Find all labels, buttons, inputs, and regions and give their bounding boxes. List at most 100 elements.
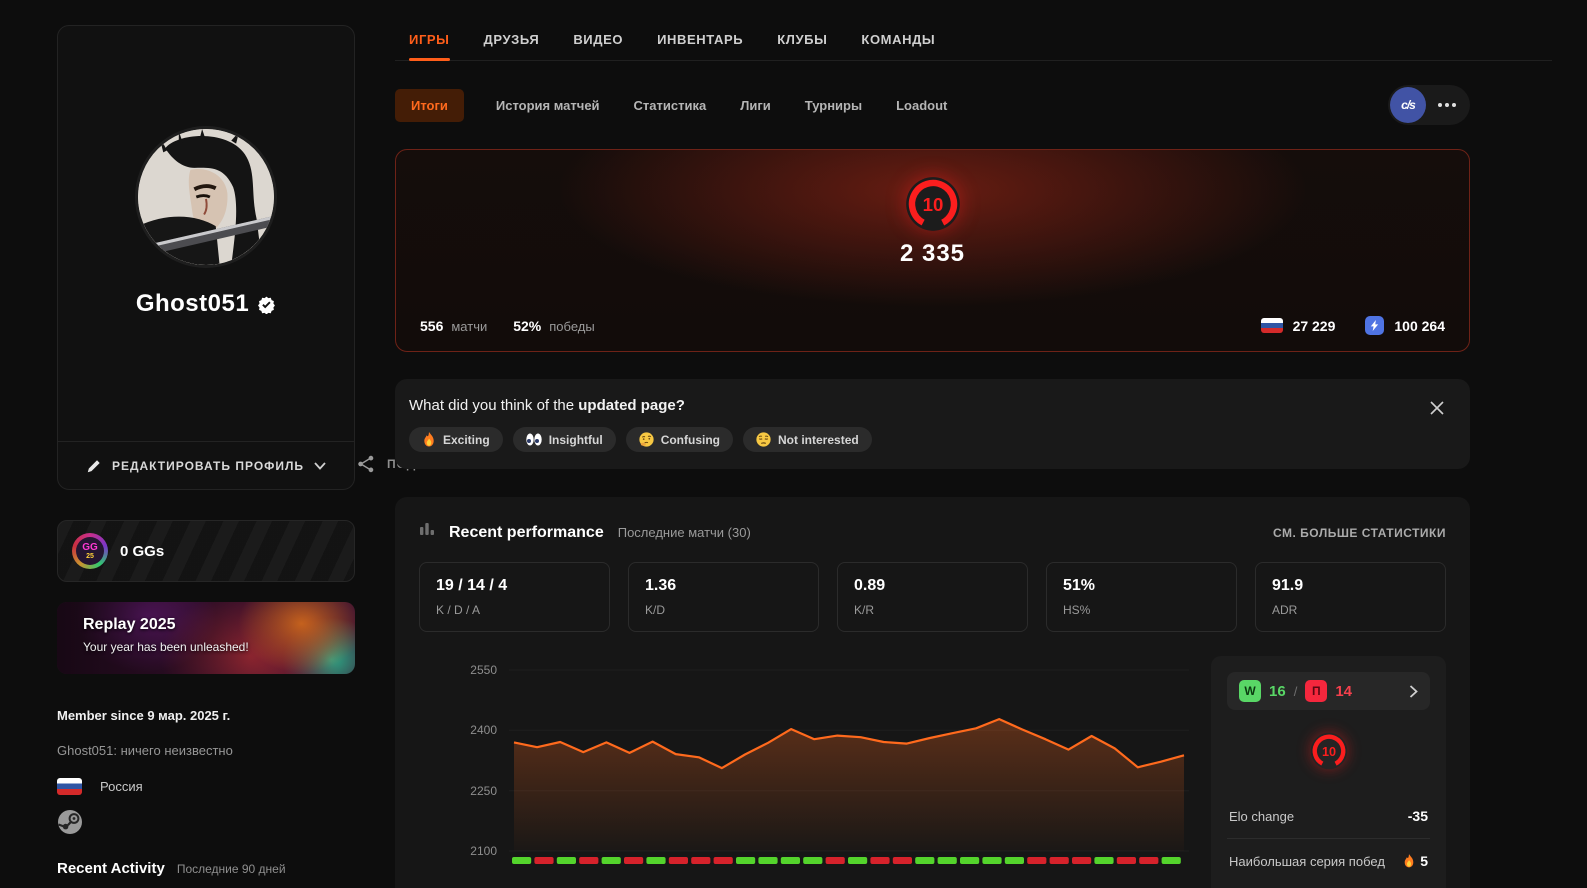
stat-card-kr: 0.89 K/R bbox=[837, 562, 1028, 632]
recent-activity-title: Recent Activity bbox=[57, 860, 165, 877]
matches-stat: 556 матчи bbox=[420, 318, 487, 334]
tab-clubs[interactable]: КЛУБЫ bbox=[777, 32, 827, 60]
gg-coin-icon: GG 25 bbox=[72, 533, 108, 569]
gg-counter-card[interactable]: GG 25 0 GGs bbox=[57, 520, 355, 582]
subtab-tournaments[interactable]: Турниры bbox=[803, 89, 864, 122]
match-result-dash bbox=[1004, 857, 1024, 864]
match-result-dash bbox=[1094, 857, 1114, 864]
matches-label: матчи bbox=[451, 318, 488, 334]
chevron-down-icon bbox=[314, 461, 326, 470]
feedback-option-confusing[interactable]: Confusing bbox=[625, 427, 734, 452]
profile-sidebar: Ghost051 РЕДАКТИРОВАТЬ ПРОФИЛЬ GG 25 0 G… bbox=[57, 25, 355, 877]
feedback-option-exciting[interactable]: Exciting bbox=[409, 427, 503, 452]
ytick-2250: 2250 bbox=[470, 784, 497, 798]
matches-value: 556 bbox=[420, 317, 444, 334]
win-streak-label: Наибольшая серия побед bbox=[1229, 853, 1385, 869]
win-loss-pill[interactable]: W 16 / П 14 bbox=[1227, 672, 1430, 710]
feedback-option-label: Not interested bbox=[778, 432, 859, 447]
game-switcher[interactable]: c/s bbox=[1388, 85, 1470, 125]
feedback-option-label: Insightful bbox=[548, 432, 603, 447]
match-result-dash bbox=[1161, 857, 1181, 864]
eyes-emoji bbox=[525, 433, 542, 446]
subtab-statistics[interactable]: Статистика bbox=[632, 89, 709, 122]
performance-subtitle: Последние матчи (30) bbox=[617, 525, 751, 540]
tab-videos[interactable]: ВИДЕО bbox=[573, 32, 623, 60]
elo-area-fill bbox=[514, 719, 1184, 851]
close-feedback-button[interactable] bbox=[1426, 397, 1448, 419]
subtab-leagues[interactable]: Лиги bbox=[738, 89, 773, 122]
avatar[interactable] bbox=[135, 126, 277, 268]
stat-card-adr: 91.9 ADR bbox=[1255, 562, 1446, 632]
rank-group: 27 229 100 264 bbox=[1260, 316, 1445, 335]
share-icon bbox=[358, 455, 374, 473]
stat-label: K/D bbox=[645, 603, 666, 617]
recent-activity-header: Recent Activity Последние 90 дней bbox=[57, 860, 355, 877]
elo-change-row: Elo change -35 bbox=[1227, 794, 1430, 838]
thinking-face-emoji bbox=[639, 432, 654, 447]
tab-friends[interactable]: ДРУЗЬЯ bbox=[484, 32, 540, 60]
stat-label: HS% bbox=[1063, 603, 1091, 617]
match-result-dash bbox=[646, 857, 666, 864]
win-streak-value: 5 bbox=[1420, 853, 1428, 869]
feedback-question-bold: updated page bbox=[578, 397, 676, 414]
game-sub-tabs: Итоги История матчей Статистика Лиги Тур… bbox=[395, 85, 1470, 125]
match-result-dash bbox=[713, 857, 733, 864]
pencil-icon bbox=[87, 459, 100, 472]
feedback-question: What did you think of the updated page? bbox=[409, 397, 1454, 414]
match-result-dash bbox=[1072, 857, 1092, 864]
match-result-dash bbox=[691, 857, 711, 864]
match-result-dash bbox=[1027, 857, 1047, 864]
match-result-dash bbox=[848, 857, 868, 864]
match-result-dash bbox=[601, 857, 621, 864]
stat-card-hs: 51% HS% bbox=[1046, 562, 1237, 632]
tab-inventory[interactable]: ИНВЕНТАРЬ bbox=[657, 32, 743, 60]
match-result-dash bbox=[960, 857, 980, 864]
match-result-dash bbox=[892, 857, 912, 864]
member-since-text: Member since 9 мар. 2025 г. bbox=[57, 708, 231, 723]
edit-profile-label: РЕДАКТИРОВАТЬ ПРОФИЛЬ bbox=[111, 458, 305, 473]
edit-profile-button[interactable]: РЕДАКТИРОВАТЬ ПРОФИЛЬ bbox=[58, 441, 354, 489]
see-more-stats-link[interactable]: СМ. БОЛЬШЕ СТАТИСТИКИ bbox=[1273, 526, 1446, 540]
skill-level-value: 10 bbox=[1321, 745, 1335, 759]
feedback-card: What did you think of the updated page? … bbox=[395, 379, 1470, 469]
feedback-option-label: Confusing bbox=[660, 432, 721, 447]
match-result-dash bbox=[803, 857, 823, 864]
winrate-value: 52% bbox=[513, 317, 542, 334]
match-result-dash bbox=[556, 857, 576, 864]
stat-label: K/R bbox=[854, 603, 875, 617]
ytick-2550: 2550 bbox=[470, 663, 497, 677]
feedback-option-not-interested[interactable]: Not interested bbox=[743, 427, 872, 452]
replay-2025-banner[interactable]: Replay 2025 Your year has been unleashed… bbox=[57, 602, 355, 674]
chevron-right-icon bbox=[1409, 684, 1418, 698]
subtab-summary[interactable]: Итоги bbox=[395, 88, 464, 122]
gg-coin-text: GG bbox=[82, 541, 98, 553]
steam-link[interactable] bbox=[57, 809, 355, 840]
stat-value: 1.36 bbox=[645, 577, 677, 594]
stat-card-kda: 19 / 14 / 4 K / D / A bbox=[419, 562, 610, 632]
elo-change-value: -35 bbox=[1407, 808, 1428, 824]
feedback-option-label: Exciting bbox=[443, 432, 490, 447]
tab-teams[interactable]: КОМАНДЫ bbox=[861, 32, 935, 60]
verified-badge-icon bbox=[258, 296, 276, 314]
more-options-icon[interactable] bbox=[1426, 103, 1468, 107]
cs2-logo-icon: c/s bbox=[1390, 87, 1426, 123]
global-rank-value: 100 264 bbox=[1394, 317, 1445, 334]
match-result-dash bbox=[579, 857, 599, 864]
replay-title: Replay 2025 bbox=[83, 616, 176, 633]
losses-badge: П bbox=[1305, 680, 1328, 702]
profile-status-text: Ghost051: ничего неизвестно bbox=[57, 743, 233, 758]
ytick-2400: 2400 bbox=[470, 723, 497, 737]
session-summary-panel: W 16 / П 14 10 Elo change -35 Наибольшая… bbox=[1211, 656, 1446, 888]
gg-counter-label: 0 GGs bbox=[120, 542, 165, 560]
tab-games[interactable]: ИГРЫ bbox=[409, 32, 450, 61]
russia-flag-icon bbox=[1260, 318, 1283, 333]
skill-level-10-icon: 10 bbox=[1310, 732, 1347, 770]
replay-subtitle: Your year has been unleashed! bbox=[83, 640, 249, 654]
subtab-match-history[interactable]: История матчей bbox=[494, 89, 602, 122]
fire-emoji bbox=[424, 432, 434, 447]
match-result-dash bbox=[624, 857, 644, 864]
match-result-dash bbox=[512, 857, 532, 864]
stat-value: 91.9 bbox=[1272, 577, 1304, 594]
feedback-option-insightful[interactable]: Insightful bbox=[512, 427, 616, 452]
subtab-loadout[interactable]: Loadout bbox=[894, 89, 949, 122]
